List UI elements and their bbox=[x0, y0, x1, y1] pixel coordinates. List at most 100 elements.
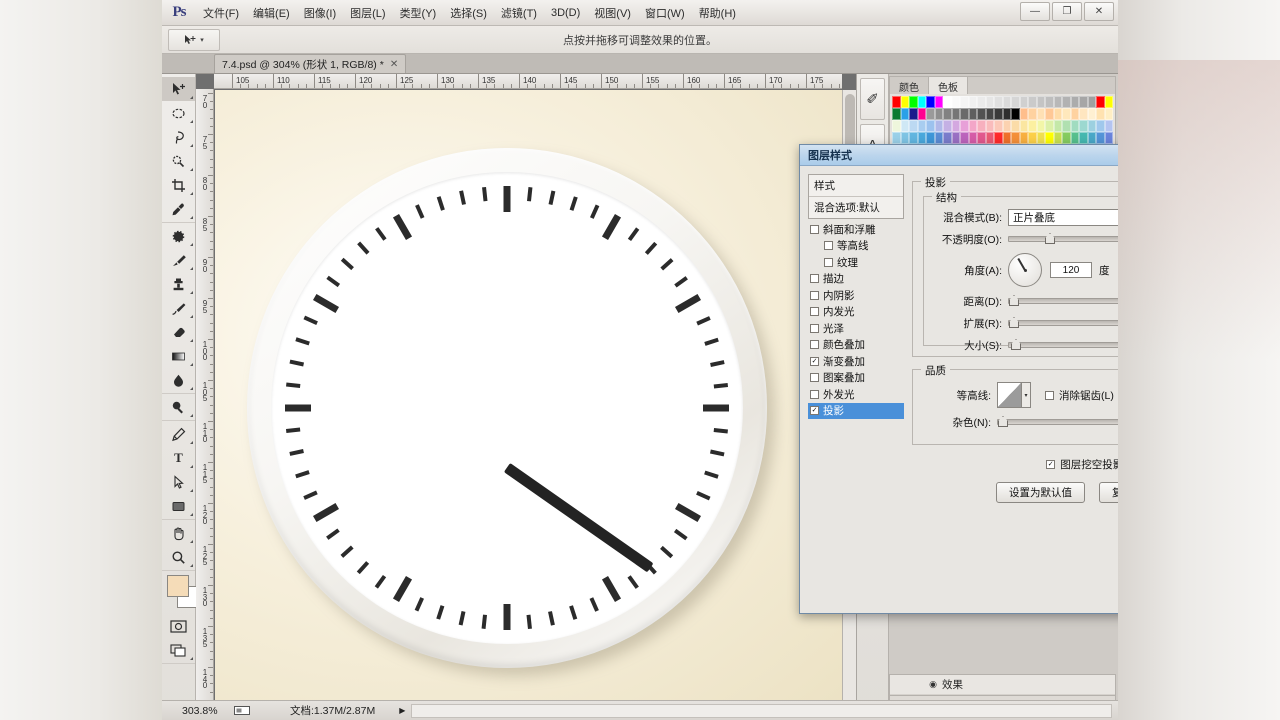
color-swatch[interactable] bbox=[1028, 108, 1037, 120]
quick-mask-button[interactable] bbox=[162, 614, 195, 638]
color-swatch[interactable] bbox=[1019, 120, 1028, 132]
vertical-ruler[interactable]: 70 75 80 85 90 95 100 105 110 115 120 125 130 135 140 bbox=[196, 89, 214, 706]
color-swatch[interactable] bbox=[1079, 108, 1088, 120]
color-swatch[interactable] bbox=[943, 108, 952, 120]
style-item-内发光[interactable]: 内发光 bbox=[808, 304, 904, 321]
angle-dial[interactable] bbox=[1008, 253, 1042, 287]
color-swatch[interactable] bbox=[994, 120, 1003, 132]
color-swatch[interactable] bbox=[943, 96, 952, 108]
color-swatch[interactable] bbox=[977, 108, 986, 120]
color-swatch[interactable] bbox=[934, 132, 943, 144]
slider-knob[interactable] bbox=[998, 416, 1008, 427]
color-swatch[interactable] bbox=[960, 120, 969, 132]
color-swatch[interactable] bbox=[1002, 120, 1011, 132]
color-swatch[interactable] bbox=[1053, 132, 1062, 144]
slider-knob[interactable] bbox=[1009, 317, 1019, 328]
slider-knob[interactable] bbox=[1045, 233, 1055, 244]
noise-slider[interactable] bbox=[997, 416, 1118, 427]
color-swatch[interactable] bbox=[977, 120, 986, 132]
dialog-title[interactable]: 图层样式 bbox=[800, 145, 1118, 166]
menu-select[interactable]: 选择(S) bbox=[443, 2, 494, 24]
color-swatch[interactable] bbox=[1011, 108, 1020, 120]
style-checkbox[interactable] bbox=[810, 340, 819, 350]
style-item-光泽[interactable]: 光泽 bbox=[808, 320, 904, 337]
style-checkbox[interactable] bbox=[810, 323, 819, 333]
style-item-描边[interactable]: 描边 bbox=[808, 271, 904, 288]
color-swatch[interactable] bbox=[960, 108, 969, 120]
color-swatch[interactable] bbox=[968, 132, 977, 144]
color-swatch[interactable] bbox=[1062, 96, 1071, 108]
close-button[interactable]: ✕ bbox=[1084, 2, 1114, 21]
color-swatch[interactable] bbox=[934, 108, 943, 120]
color-swatch[interactable] bbox=[892, 120, 901, 132]
color-swatch[interactable] bbox=[951, 132, 960, 144]
color-swatch[interactable] bbox=[1011, 96, 1020, 108]
crop-tool[interactable] bbox=[162, 173, 195, 197]
spread-slider[interactable] bbox=[1008, 317, 1118, 328]
color-swatch[interactable] bbox=[1070, 132, 1079, 144]
foreground-color-swatch[interactable] bbox=[167, 575, 189, 597]
color-swatch[interactable] bbox=[909, 132, 918, 144]
color-swatch[interactable] bbox=[1019, 108, 1028, 120]
style-checkbox[interactable] bbox=[810, 274, 819, 284]
style-checkbox[interactable] bbox=[810, 307, 819, 317]
color-swatch[interactable] bbox=[1036, 132, 1045, 144]
style-checkbox[interactable] bbox=[824, 241, 833, 251]
style-effects-list[interactable]: 斜面和浮雕 等高线 纹理 描边 内阴影 内发光 光泽 颜色叠加 ✓ 渐变叠加 图案叠加 外发光 ✓ 投影 bbox=[808, 221, 904, 607]
color-swatch[interactable] bbox=[1045, 132, 1054, 144]
color-swatch[interactable] bbox=[1096, 96, 1105, 108]
color-swatch[interactable] bbox=[994, 108, 1003, 120]
color-swatch[interactable] bbox=[926, 96, 935, 108]
color-swatch[interactable] bbox=[892, 108, 901, 120]
color-swatch[interactable] bbox=[1028, 120, 1037, 132]
history-brush-tool[interactable] bbox=[162, 296, 195, 320]
status-menu-arrow[interactable]: ▶ bbox=[399, 706, 405, 715]
color-swatch[interactable] bbox=[917, 132, 926, 144]
menu-view[interactable]: 视图(V) bbox=[587, 2, 638, 24]
color-swatch[interactable] bbox=[1053, 96, 1062, 108]
color-swatch[interactable] bbox=[1079, 132, 1088, 144]
color-swatch[interactable] bbox=[1053, 120, 1062, 132]
style-checkbox[interactable]: ✓ bbox=[810, 406, 819, 416]
blend-mode-select[interactable]: 正片叠底 bbox=[1008, 208, 1118, 226]
marquee-tool[interactable] bbox=[162, 101, 195, 125]
color-swatch[interactable] bbox=[917, 96, 926, 108]
angle-input[interactable]: 120 bbox=[1050, 262, 1092, 278]
slider-knob[interactable] bbox=[1009, 295, 1019, 306]
color-swatch[interactable] bbox=[892, 96, 901, 108]
color-swatch[interactable] bbox=[1087, 96, 1096, 108]
color-swatch[interactable] bbox=[1045, 108, 1054, 120]
document-canvas[interactable] bbox=[215, 90, 842, 706]
color-swatch[interactable] bbox=[1070, 96, 1079, 108]
menu-help[interactable]: 帮助(H) bbox=[692, 2, 743, 24]
color-swatch[interactable] bbox=[977, 132, 986, 144]
color-swatch[interactable] bbox=[1062, 120, 1071, 132]
color-swatch[interactable] bbox=[926, 108, 935, 120]
eye-icon[interactable]: ◉ bbox=[924, 679, 942, 690]
style-item-投影[interactable]: ✓ 投影 bbox=[808, 402, 904, 419]
tab-color[interactable]: 颜色 bbox=[890, 77, 929, 94]
healing-brush-tool[interactable] bbox=[162, 224, 195, 248]
color-swatch[interactable] bbox=[909, 120, 918, 132]
knockout-row[interactable]: ✓ 图层挖空投影(U) bbox=[912, 457, 1118, 472]
color-swatch[interactable] bbox=[951, 108, 960, 120]
color-swatch[interactable] bbox=[1079, 120, 1088, 132]
slider-knob[interactable] bbox=[1011, 339, 1021, 350]
contour-picker[interactable]: ▾ bbox=[997, 382, 1031, 408]
menu-file[interactable]: 文件(F) bbox=[196, 2, 246, 24]
color-swatch[interactable] bbox=[1087, 120, 1096, 132]
menu-layer[interactable]: 图层(L) bbox=[343, 2, 392, 24]
color-swatch[interactable] bbox=[1002, 132, 1011, 144]
color-swatch[interactable] bbox=[1096, 120, 1105, 132]
color-swatch[interactable] bbox=[1045, 120, 1054, 132]
screen-mode-button[interactable] bbox=[162, 638, 195, 662]
color-swatch[interactable] bbox=[1053, 108, 1062, 120]
antialias-row[interactable]: 消除锯齿(L) bbox=[1045, 388, 1114, 403]
color-swatch[interactable] bbox=[960, 132, 969, 144]
color-swatch[interactable] bbox=[1002, 96, 1011, 108]
color-swatch[interactable] bbox=[1104, 120, 1113, 132]
color-swatch[interactable] bbox=[917, 108, 926, 120]
color-swatch[interactable] bbox=[968, 120, 977, 132]
menu-image[interactable]: 图像(I) bbox=[297, 2, 343, 24]
clone-stamp-tool[interactable] bbox=[162, 272, 195, 296]
